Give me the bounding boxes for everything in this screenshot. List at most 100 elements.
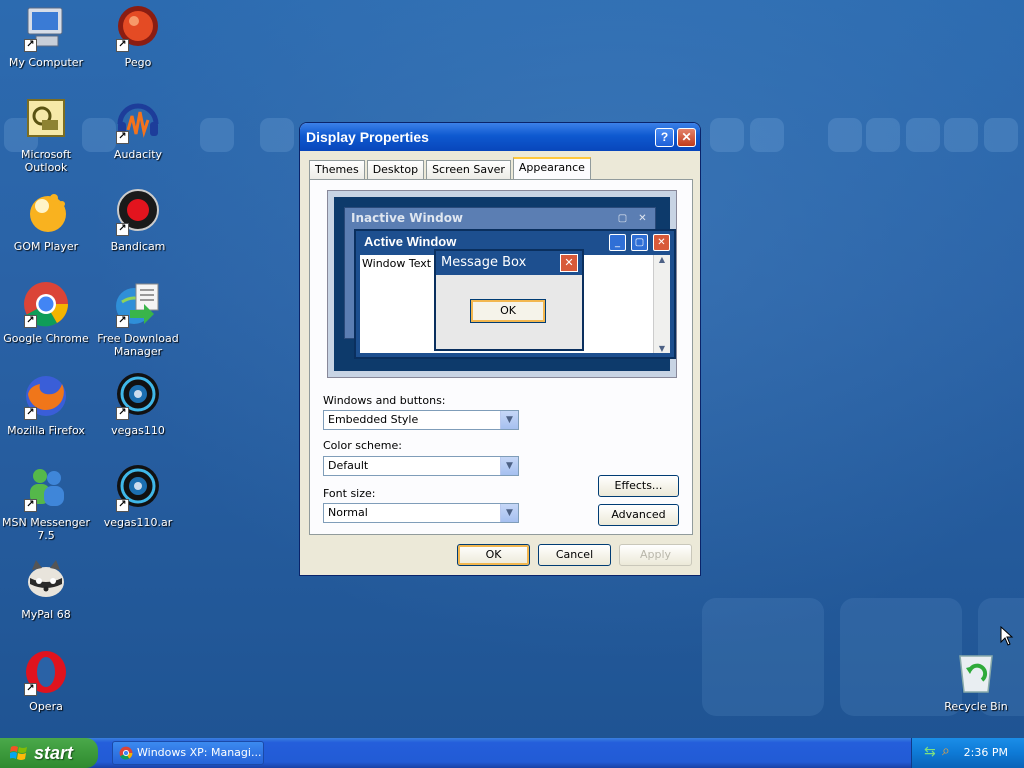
desktop-icon-free-download-manager[interactable]: ↗ Free Download Manager: [92, 280, 184, 358]
close-button[interactable]: ✕: [677, 128, 696, 147]
color-scheme-select[interactable]: Default ▼: [323, 456, 519, 476]
dialog-title: Display Properties: [306, 129, 429, 145]
desktop-icon-gom-player[interactable]: GOM Player: [0, 188, 92, 253]
desktop-icon-mypal[interactable]: MyPal 68: [0, 556, 92, 621]
icon-label: Recycle Bin: [944, 700, 1008, 713]
taskbar-item-label: Windows XP: Managi...: [137, 746, 262, 759]
font-size-select[interactable]: Normal ▼: [323, 503, 519, 523]
desktop-icon-audacity[interactable]: ↗ Audacity: [92, 96, 184, 161]
icon-label: Pego: [124, 56, 152, 69]
wallpaper-tile: [200, 118, 234, 152]
icon-label: Mozilla Firefox: [7, 424, 85, 437]
chevron-down-icon[interactable]: ▼: [500, 457, 518, 475]
icon-label: vegas110: [111, 424, 165, 437]
shortcut-arrow-icon: ↗: [24, 499, 37, 512]
icon-label: Audacity: [113, 148, 163, 161]
help-button[interactable]: ?: [655, 128, 674, 147]
inactive-window-title: Inactive Window: [351, 211, 464, 225]
appearance-preview: Inactive Window ▢ ✕ Active Window _ ▢ ✕ …: [327, 190, 677, 378]
scroll-down-icon: ▼: [658, 344, 666, 353]
shortcut-arrow-icon: ↗: [24, 39, 37, 52]
desktop-icon-google-chrome[interactable]: ↗ Google Chrome: [0, 280, 92, 345]
mouse-cursor-icon: [1000, 626, 1014, 646]
display-properties-dialog: Display Properties ? ✕ Themes Desktop Sc…: [299, 122, 701, 576]
advanced-button[interactable]: Advanced: [598, 504, 679, 526]
ok-button[interactable]: OK: [457, 544, 530, 566]
maximize-icon: ▢: [631, 234, 648, 251]
search-icon[interactable]: ⌕: [942, 743, 950, 759]
taskbar: start Windows XP: Managi... ⇆ ⌕ 2:36 PM: [0, 738, 1024, 768]
color-scheme-label: Color scheme:: [323, 439, 402, 452]
vegas-icon: ↗: [114, 464, 162, 512]
start-button[interactable]: start: [0, 738, 98, 768]
preview-scrollbar: ▲ ▼: [653, 255, 670, 353]
icon-label: Microsoft Outlook: [20, 148, 72, 174]
windows-buttons-label: Windows and buttons:: [323, 394, 446, 407]
desktop-icon-opera[interactable]: ↗ Opera: [0, 648, 92, 713]
window-text-sample: Window Text: [362, 257, 432, 270]
outlook-icon: [22, 96, 70, 144]
chevron-down-icon[interactable]: ▼: [500, 504, 518, 522]
tab-strip: Themes Desktop Screen Saver Appearance: [309, 157, 593, 181]
close-icon: ✕: [638, 213, 647, 224]
network-icon[interactable]: ⇆: [924, 744, 936, 760]
wallpaper-tile: [702, 598, 824, 716]
desktop-icon-bandicam[interactable]: ↗ Bandicam: [92, 188, 184, 253]
clock[interactable]: 2:36 PM: [964, 738, 1008, 768]
desktop: ↗ My Computer Microsoft Outlook GOM Play…: [0, 0, 1024, 738]
firefox-icon: ↗: [22, 372, 70, 420]
dialog-titlebar[interactable]: Display Properties ? ✕: [300, 123, 700, 151]
desktop-icon-pego[interactable]: ↗ Pego: [92, 4, 184, 69]
shortcut-arrow-icon: ↗: [116, 499, 129, 512]
tab-appearance[interactable]: Appearance: [512, 157, 591, 181]
wallpaper-tile: [828, 118, 862, 152]
desktop-icon-msn-messenger[interactable]: ↗ MSN Messenger 7.5: [0, 464, 92, 542]
desktop-icon-vegas110-ar[interactable]: ↗ vegas110.ar: [92, 464, 184, 529]
start-label: start: [34, 743, 74, 763]
close-icon: ✕: [560, 254, 578, 272]
icon-label: GOM Player: [13, 240, 79, 253]
recycle-bin-icon: [952, 648, 1000, 696]
effects-button[interactable]: Effects...: [598, 475, 679, 497]
minimize-icon: _: [609, 234, 626, 251]
desktop-icon-firefox[interactable]: ↗ Mozilla Firefox: [0, 372, 92, 437]
shortcut-arrow-icon: ↗: [24, 683, 37, 696]
windows-buttons-value: Embedded Style: [328, 413, 419, 426]
shortcut-arrow-icon: ↗: [116, 223, 129, 236]
wallpaper-tile: [260, 118, 294, 152]
icon-label: Free Download Manager: [97, 332, 179, 358]
mypal-raccoon-icon: [22, 556, 70, 604]
windows-flag-icon: [10, 746, 27, 760]
shortcut-arrow-icon: ↗: [116, 131, 129, 144]
desktop-icon-my-computer[interactable]: ↗ My Computer: [0, 4, 92, 69]
icon-label: MyPal 68: [21, 608, 71, 621]
pego-icon: ↗: [114, 4, 162, 52]
system-tray: ⇆ ⌕ 2:36 PM: [911, 738, 1024, 768]
color-scheme-value: Default: [328, 459, 369, 472]
tab-desktop[interactable]: Desktop: [366, 160, 425, 180]
apply-button[interactable]: Apply: [619, 544, 692, 566]
shortcut-arrow-icon: ↗: [24, 315, 37, 328]
desktop-icon-outlook[interactable]: Microsoft Outlook: [0, 96, 92, 174]
preview-ok-button: OK: [470, 299, 546, 323]
tab-themes[interactable]: Themes: [309, 160, 365, 180]
tab-screen-saver[interactable]: Screen Saver: [426, 160, 511, 180]
font-size-value: Normal: [328, 506, 368, 519]
appearance-panel: Inactive Window ▢ ✕ Active Window _ ▢ ✕ …: [309, 179, 693, 535]
desktop-icon-vegas110[interactable]: ↗ vegas110: [92, 372, 184, 437]
shortcut-arrow-icon: ↗: [116, 407, 129, 420]
preview-background: Inactive Window ▢ ✕ Active Window _ ▢ ✕ …: [334, 197, 676, 371]
free-download-manager-icon: ↗: [114, 280, 162, 328]
shortcut-arrow-icon: ↗: [116, 315, 129, 328]
chrome-icon: ↗: [22, 280, 70, 328]
cancel-button[interactable]: Cancel: [538, 544, 611, 566]
taskbar-item-chrome[interactable]: Windows XP: Managi...: [112, 741, 264, 765]
wallpaper-tile: [984, 118, 1018, 152]
desktop-icon-recycle-bin[interactable]: Recycle Bin: [930, 648, 1022, 713]
bandicam-icon: ↗: [114, 188, 162, 236]
windows-buttons-select[interactable]: Embedded Style ▼: [323, 410, 519, 430]
my-computer-icon: ↗: [22, 4, 70, 52]
chevron-down-icon[interactable]: ▼: [500, 411, 518, 429]
vegas-icon: ↗: [114, 372, 162, 420]
wallpaper-tile: [750, 118, 784, 152]
